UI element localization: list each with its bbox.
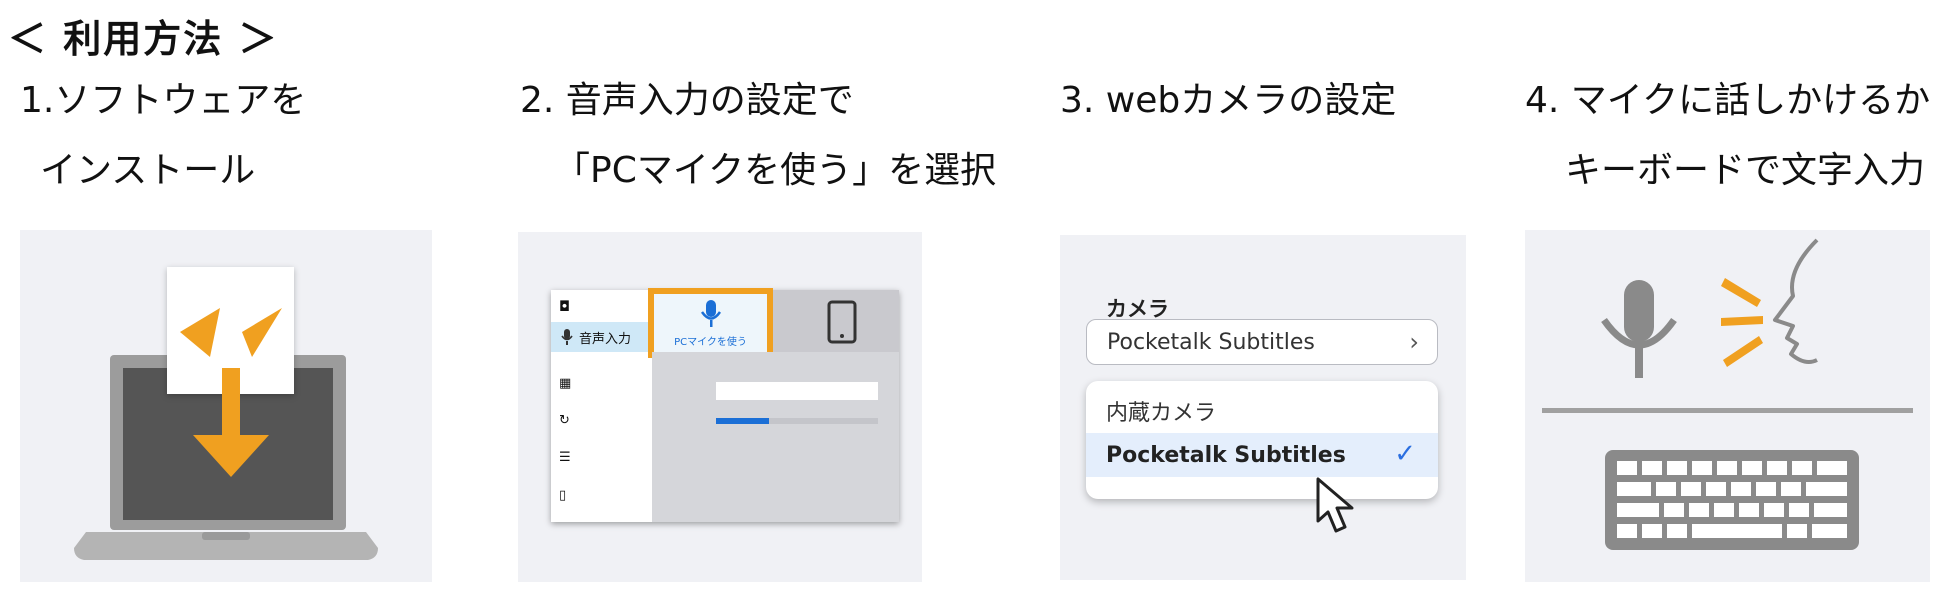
pc-mic-label: PCマイクを使う xyxy=(674,336,747,348)
camera-select[interactable]: Pocketalk Subtitles › xyxy=(1086,319,1438,365)
smartphone-icon[interactable] xyxy=(827,300,857,344)
audio-settings-panel: ◘ 音声入力 ▦ ↻ ☰ ▯ PCマイクを使う xyxy=(518,232,922,582)
mic-level-fill xyxy=(716,418,770,424)
camera-dropdown: 内蔵カメラ Pocketalk Subtitles ✓ xyxy=(1086,381,1438,499)
step-4-title: 4. マイクに話しかけるか キーボードで文字入力 xyxy=(1525,66,1930,206)
input-method-panel xyxy=(1525,230,1930,582)
settings-content xyxy=(652,352,899,522)
download-arrow-icon xyxy=(180,308,282,477)
page-title: ＜ 利用方法 ＞ xyxy=(8,17,279,61)
device-field[interactable] xyxy=(716,382,878,400)
mic-level-meter xyxy=(716,418,878,424)
camera-select-value: Pocketalk Subtitles xyxy=(1107,329,1315,355)
settings-window: ◘ 音声入力 ▦ ↻ ☰ ▯ PCマイクを使う xyxy=(551,288,899,522)
option-label: Pocketalk Subtitles xyxy=(1106,442,1346,468)
speaking-face-icon xyxy=(1773,238,1819,364)
camera-icon: ◘ xyxy=(559,299,571,315)
chevron-right-icon: › xyxy=(1409,328,1419,356)
sidebar-item-3[interactable]: ▦ xyxy=(551,368,652,398)
step-4-line2: キーボードで文字入力 xyxy=(1565,150,1926,191)
book-icon: ▯ xyxy=(559,487,567,503)
keyboard-icon xyxy=(1605,450,1859,550)
microphone-icon xyxy=(700,299,721,327)
sidebar-item-audio-input[interactable]: 音声入力 xyxy=(551,322,652,352)
step-3-title: 3. webカメラの設定 xyxy=(1060,66,1396,136)
refresh-icon: ↻ xyxy=(559,412,570,428)
camera-option-pocketalk[interactable]: Pocketalk Subtitles ✓ xyxy=(1086,433,1438,477)
install-panel xyxy=(20,230,432,582)
step-2-line1: 2. 音声入力の設定で xyxy=(520,80,854,121)
step-1-line2: インストール xyxy=(40,150,256,191)
sidebar-item-5[interactable]: ☰ xyxy=(551,442,652,472)
sound-wave-icon xyxy=(1721,278,1763,367)
sidebar-item-4[interactable]: ↻ xyxy=(551,405,652,435)
divider xyxy=(1542,408,1913,413)
camera-settings-panel: カメラ Pocketalk Subtitles › 内蔵カメラ Pocketal… xyxy=(1060,235,1466,580)
step-1-line1: 1.ソフトウェアを xyxy=(20,80,307,121)
microphone-icon xyxy=(561,329,573,345)
step-4-line1: 4. マイクに話しかけるか xyxy=(1525,80,1931,121)
cursor-icon xyxy=(1316,477,1354,533)
sidebar-item-6[interactable]: ▯ xyxy=(551,480,652,510)
step-2-line2: 「PCマイクを使う」を選択 xyxy=(554,150,997,191)
pc-mic-option[interactable]: PCマイクを使う xyxy=(648,288,773,358)
list-icon: ☰ xyxy=(559,449,571,465)
sidebar-item-label: 音声入力 xyxy=(579,331,632,347)
step-3-line1: 3. webカメラの設定 xyxy=(1060,80,1397,121)
sidebar-item-camera[interactable]: ◘ xyxy=(551,292,652,322)
step-1-title: 1.ソフトウェアを インストール xyxy=(20,66,306,206)
check-icon: ✓ xyxy=(1394,439,1416,469)
settings-sidebar: ◘ 音声入力 ▦ ↻ ☰ ▯ xyxy=(551,290,652,522)
grid-icon: ▦ xyxy=(559,375,572,391)
camera-option-builtin[interactable]: 内蔵カメラ xyxy=(1086,389,1438,433)
microphone-icon xyxy=(1601,280,1677,378)
option-label: 内蔵カメラ xyxy=(1106,401,1217,426)
speak-or-type-illustration xyxy=(1542,238,1913,550)
step-2-title: 2. 音声入力の設定で 「PCマイクを使う」を選択 xyxy=(520,66,996,206)
